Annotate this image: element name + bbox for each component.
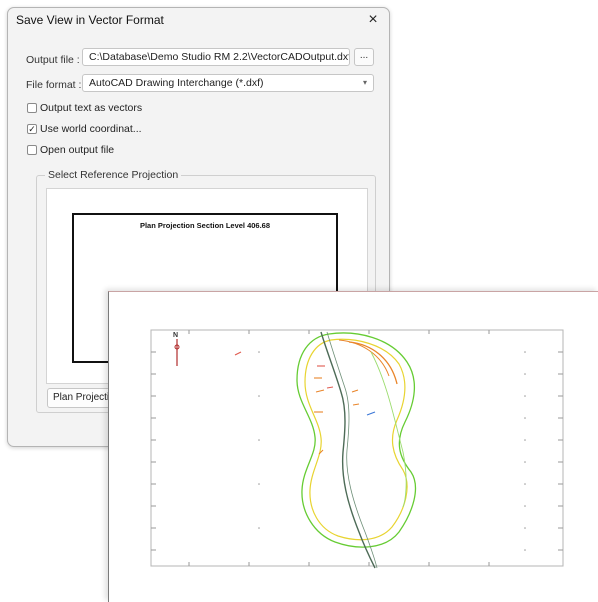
output-file-label: Output file : bbox=[26, 54, 80, 66]
dialog-title: Save View in Vector Format bbox=[16, 13, 164, 27]
projection-preview-title: Plan Projection Section Level 406.68 bbox=[139, 221, 271, 230]
file-format-label: File format : bbox=[26, 79, 82, 91]
road-line-secondary bbox=[326, 331, 378, 569]
file-format-value: AutoCAD Drawing Interchange (*.dxf) bbox=[89, 77, 264, 89]
group-title: Select Reference Projection bbox=[45, 169, 182, 181]
grid-ticks bbox=[151, 330, 563, 566]
checkbox-checked[interactable]: ✓ bbox=[27, 124, 37, 134]
north-arrow-icon: N bbox=[173, 332, 180, 366]
checkbox-unchecked[interactable] bbox=[27, 103, 37, 113]
option-label: Use world coordinat... bbox=[40, 123, 142, 135]
data-segments bbox=[234, 351, 376, 455]
output-file-field[interactable]: C:\Database\Demo Studio RM 2.2\VectorCAD… bbox=[82, 48, 350, 66]
close-icon[interactable]: × bbox=[362, 10, 384, 30]
north-label: N bbox=[173, 332, 178, 339]
option-label: Open output file bbox=[40, 144, 115, 156]
grid-dots bbox=[258, 351, 526, 551]
cad-drawing: N bbox=[150, 329, 564, 569]
option-label: Output text as vectors bbox=[40, 102, 143, 114]
chevron-down-icon: ▾ bbox=[362, 78, 367, 87]
drawing-frame bbox=[150, 329, 564, 567]
dialog-titlebar: Save View in Vector Format × bbox=[8, 8, 389, 32]
checkbox-unchecked[interactable] bbox=[27, 145, 37, 155]
browse-button[interactable]: ... bbox=[354, 48, 374, 66]
orange-contour bbox=[348, 341, 398, 385]
file-format-select[interactable]: AutoCAD Drawing Interchange (*.dxf) ▾ bbox=[82, 74, 374, 92]
cad-output-window: N bbox=[108, 291, 598, 602]
road-line bbox=[320, 331, 376, 569]
